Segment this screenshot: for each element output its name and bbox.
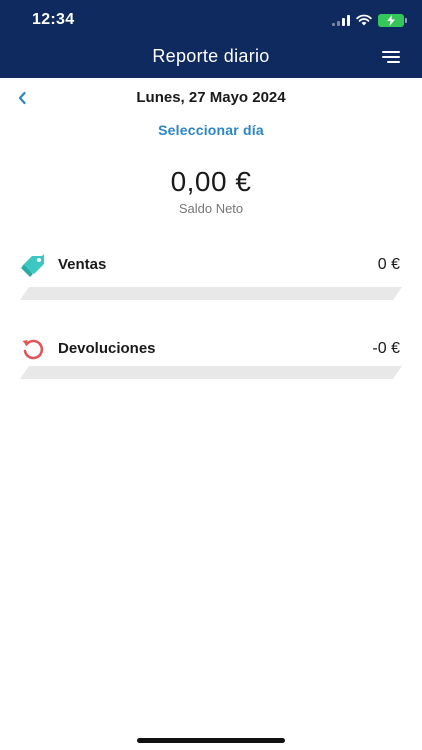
current-date: Lunes, 27 Mayo 2024 xyxy=(136,89,286,106)
home-indicator xyxy=(137,738,285,743)
returns-amount: -0 € xyxy=(372,340,400,357)
wifi-icon xyxy=(356,14,372,26)
status-bar: 12:34 xyxy=(0,0,422,40)
app-header: 12:34 Reporte diario xyxy=(0,0,422,78)
status-icons xyxy=(332,12,407,28)
price-tag-icon xyxy=(21,254,44,277)
returns-row: Devoluciones -0 € xyxy=(20,334,402,364)
sales-progress-bar xyxy=(20,287,402,300)
net-balance-value: 0,00 € xyxy=(170,166,252,197)
returns-progress-bar xyxy=(20,366,402,379)
date-navigator: Lunes, 27 Mayo 2024 xyxy=(0,86,422,110)
menu-icon xyxy=(382,51,400,53)
status-time: 12:34 xyxy=(32,11,75,28)
page-title: Reporte diario xyxy=(152,46,270,66)
select-day-link[interactable]: Seleccionar día xyxy=(0,122,422,138)
sales-amount: 0 € xyxy=(377,256,400,273)
menu-button[interactable] xyxy=(382,51,400,65)
returns-label: Devoluciones xyxy=(58,340,156,357)
battery-charging-icon xyxy=(378,13,407,27)
refund-arrow-icon xyxy=(22,339,44,360)
sales-label: Ventas xyxy=(58,256,107,273)
net-balance-label: Saldo Neto xyxy=(178,201,244,216)
bolt-icon xyxy=(387,14,395,26)
cellular-signal-icon xyxy=(332,14,350,26)
sales-row: Ventas 0 € xyxy=(20,250,402,280)
